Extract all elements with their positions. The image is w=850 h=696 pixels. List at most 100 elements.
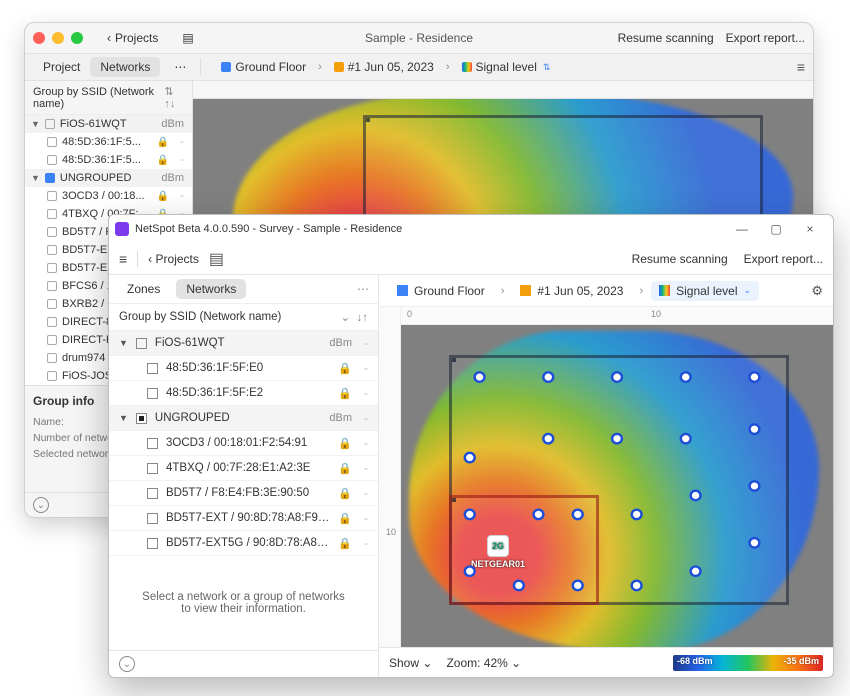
breadcrumb-snapshot[interactable]: #1 Jun 05, 2023 [328, 58, 440, 76]
network-row[interactable]: 48:5D:36:1F:5F:E2🔒- [109, 381, 378, 406]
network-row[interactable]: 48:5D:36:1F:5...🔒- [25, 133, 192, 151]
lock-icon: 🔒 [338, 487, 352, 500]
checkbox[interactable] [47, 335, 57, 345]
heatmap-viewport[interactable]: 2G NETGEAR01 [401, 325, 833, 647]
group-by-selector[interactable]: Group by SSID (Network name) ⌄ ↓↑ [109, 304, 378, 331]
checkbox[interactable] [47, 227, 57, 237]
back-label: Projects [115, 31, 158, 45]
checkbox[interactable] [45, 119, 55, 129]
network-row[interactable]: 3OCD3 / 00:18...🔒- [25, 187, 192, 205]
ruler-vertical: 10 [379, 307, 401, 647]
checkbox[interactable] [47, 281, 57, 291]
network-group-header[interactable]: ▼FiOS-61WQTdBm [25, 115, 192, 133]
status-icon[interactable]: ⌄ [119, 656, 135, 672]
checkbox[interactable] [136, 413, 147, 424]
export-report-button[interactable]: Export report... [726, 31, 805, 45]
resume-scanning-button[interactable]: Resume scanning [618, 31, 714, 45]
win-window: NetSpot Beta 4.0.0.590 - Survey - Sample… [108, 214, 834, 678]
close-icon[interactable] [33, 32, 45, 44]
breadcrumb-visualization[interactable]: Signal level⇅ [456, 58, 557, 76]
mac-secondary-toolbar: Project Networks ⋯ Ground Floor › #1 Jun… [25, 53, 813, 81]
lock-icon: 🔒 [338, 387, 352, 400]
lock-icon: 🔒 [157, 191, 169, 202]
tab-networks[interactable]: Networks [90, 57, 160, 77]
export-report-button[interactable]: Export report... [744, 252, 823, 266]
back-projects-button[interactable]: ‹ Projects [148, 252, 199, 266]
checkbox[interactable] [147, 438, 158, 449]
chevron-down-icon: ⌄ [744, 285, 752, 296]
network-row[interactable]: 3OCD3 / 00:18:01:F2:54:91🔒- [109, 431, 378, 456]
maximize-icon[interactable]: ▢ [759, 222, 793, 236]
checkbox[interactable] [47, 245, 57, 255]
tab-project[interactable]: Project [33, 57, 90, 77]
lock-icon: 🔒 [338, 362, 352, 375]
chevron-down-icon: ⌄ [511, 656, 521, 670]
chevron-left-icon: ‹ [107, 31, 111, 45]
checkbox[interactable] [47, 299, 57, 309]
network-row[interactable]: 4TBXQ / 00:7F:28:E1:A2:3E🔒- [109, 456, 378, 481]
status-icon[interactable]: ⌄ [33, 497, 49, 513]
checkbox[interactable] [136, 338, 147, 349]
network-group-header[interactable]: ▼UNGROUPEDdBm [25, 169, 192, 187]
zoom-menu[interactable]: Zoom: 42% ⌄ [446, 656, 521, 670]
checkbox[interactable] [45, 173, 55, 183]
sidebar-icon: ▤ [182, 31, 193, 45]
breadcrumb-floor[interactable]: Ground Floor [215, 58, 312, 76]
settings-icon[interactable]: ⚙ [811, 283, 823, 299]
breadcrumb-snapshot[interactable]: #1 Jun 05, 2023 [512, 281, 631, 301]
zoom-icon[interactable] [71, 32, 83, 44]
checkbox[interactable] [47, 137, 57, 147]
checkbox[interactable] [47, 209, 57, 219]
snapshot-icon [334, 62, 344, 72]
checkbox[interactable] [147, 513, 158, 524]
info-placeholder: Select a network or a group of networks … [109, 556, 378, 650]
back-projects-button[interactable]: ‹ Projects [99, 29, 166, 47]
ruler-horizontal: 0 10 [401, 307, 833, 325]
app-icon [115, 222, 129, 236]
checkbox[interactable] [47, 353, 57, 363]
minimize-icon[interactable]: — [725, 222, 759, 236]
breadcrumb-floor[interactable]: Ground Floor [389, 281, 493, 301]
network-list: ▼FiOS-61WQTdBm-48:5D:36:1F:5F:E0🔒-48:5D:… [109, 331, 378, 556]
network-row[interactable]: BD5T7 / F8:E4:FB:3E:90:50🔒- [109, 481, 378, 506]
group-by-selector[interactable]: Group by SSID (Network name)⇅ ↑↓ [25, 81, 192, 115]
network-group-header[interactable]: ▼FiOS-61WQTdBm- [109, 331, 378, 356]
checkbox[interactable] [147, 463, 158, 474]
breadcrumb-visualization[interactable]: Signal level ⌄ [651, 281, 759, 301]
more-icon[interactable]: ⋯ [357, 282, 370, 296]
more-icon[interactable]: ⋯ [166, 58, 194, 76]
network-row[interactable]: 48:5D:36:1F:5F:E0🔒- [109, 356, 378, 381]
checkbox[interactable] [47, 191, 57, 201]
disclosure-icon: ▼ [31, 119, 40, 129]
network-row[interactable]: 48:5D:36:1F:5...🔒- [25, 151, 192, 169]
disclosure-icon: ▼ [119, 338, 128, 348]
checkbox[interactable] [47, 371, 57, 381]
network-row[interactable]: BD5T7-EXT5G / 90:8D:78:A8:F9:5C🔒- [109, 531, 378, 556]
win-sidebar: Zones Networks ⋯ Group by SSID (Network … [109, 275, 379, 677]
checkbox[interactable] [147, 538, 158, 549]
checkbox[interactable] [47, 317, 57, 327]
lock-icon: 🔒 [338, 462, 352, 475]
traffic-lights [33, 32, 83, 44]
tab-zones[interactable]: Zones [117, 279, 170, 299]
checkbox[interactable] [47, 263, 57, 273]
checkbox[interactable] [47, 155, 57, 165]
checkbox[interactable] [147, 363, 158, 374]
checkbox[interactable] [147, 488, 158, 499]
resume-scanning-button[interactable]: Resume scanning [632, 252, 728, 266]
settings-icon[interactable]: ≡ [797, 59, 805, 75]
close-icon[interactable]: × [793, 222, 827, 236]
sidebar-toggle-button[interactable]: ▤ [174, 29, 201, 47]
tab-networks[interactable]: Networks [176, 279, 246, 299]
show-menu[interactable]: Show ⌄ [389, 656, 432, 670]
menu-icon[interactable]: ≡ [119, 251, 127, 267]
minimize-icon[interactable] [52, 32, 64, 44]
chevron-updown-icon: ⇅ [543, 62, 551, 73]
chevron-right-icon: › [318, 61, 322, 73]
checkbox[interactable] [147, 388, 158, 399]
sidebar-icon[interactable]: ▤ [209, 249, 224, 269]
network-row[interactable]: BD5T7-EXT / 90:8D:78:A8:F9:5A🔒- [109, 506, 378, 531]
disclosure-icon: ▼ [31, 173, 40, 183]
network-group-header[interactable]: ▼UNGROUPEDdBm- [109, 406, 378, 431]
lock-icon: 🔒 [157, 155, 169, 166]
